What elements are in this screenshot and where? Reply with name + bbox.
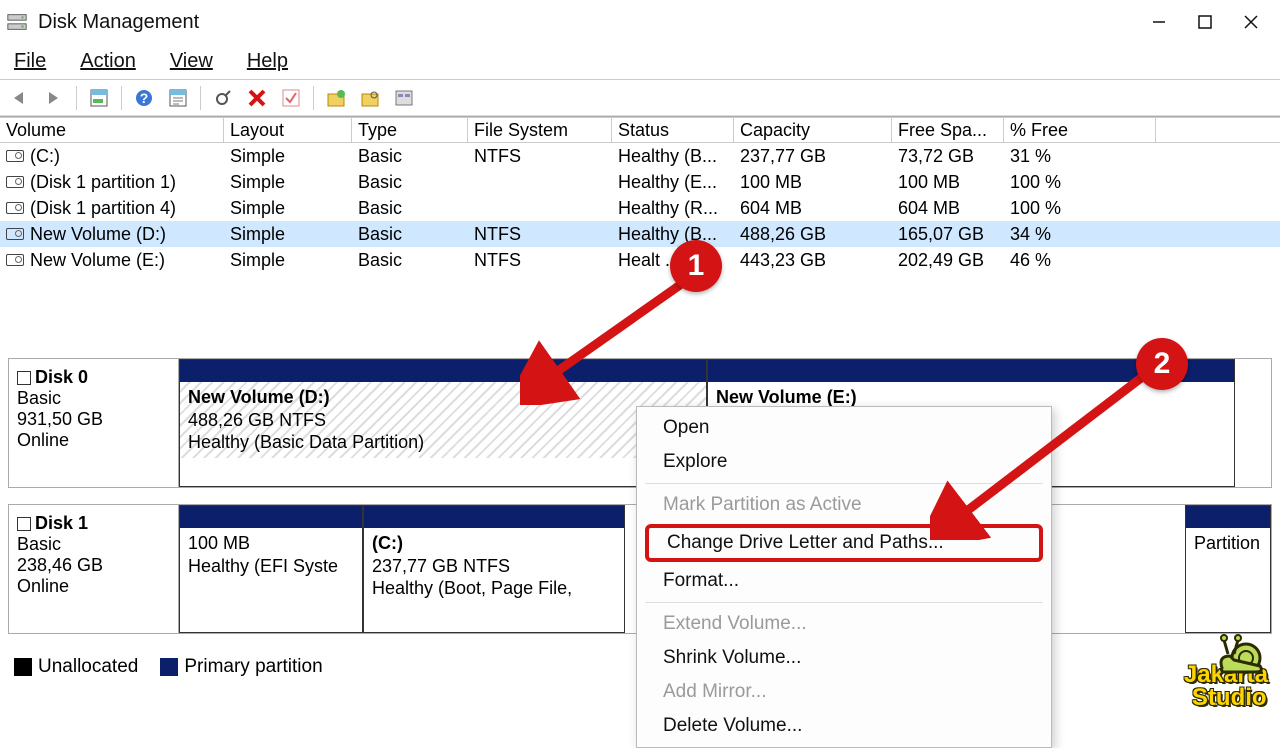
menu-help[interactable]: Help	[243, 48, 292, 75]
minimize-button[interactable]	[1136, 6, 1182, 38]
annotation-badge-1: 1	[670, 240, 722, 292]
col-layout[interactable]: Layout	[224, 117, 352, 143]
menu-file[interactable]: File	[10, 48, 50, 75]
col-pctfree[interactable]: % Free	[1004, 117, 1156, 143]
show-hide-tree-button[interactable]	[85, 84, 113, 112]
svg-text:?: ?	[140, 90, 149, 106]
maximize-button[interactable]	[1182, 6, 1228, 38]
drive-icon	[6, 202, 24, 214]
ctx-extend: Extend Volume...	[637, 607, 1051, 641]
legend-unallocated: Unallocated	[38, 656, 138, 677]
volume-row[interactable]: (Disk 1 partition 1)SimpleBasicHealthy (…	[0, 169, 1280, 195]
ctx-add-mirror: Add Mirror...	[637, 675, 1051, 709]
partition[interactable]: Partition	[1185, 505, 1271, 633]
legend-primary-swatch	[160, 658, 178, 676]
drive-icon	[6, 228, 24, 240]
col-filesystem[interactable]: File System	[468, 117, 612, 143]
menu-view[interactable]: View	[166, 48, 217, 75]
annotation-arrow-2	[930, 370, 1160, 540]
watermark-snail-icon	[1212, 628, 1268, 674]
annotation-arrow-1	[520, 275, 700, 405]
drive-icon	[6, 150, 24, 162]
col-status[interactable]: Status	[612, 117, 734, 143]
volume-row[interactable]: New Volume (E:)SimpleBasicNTFSHealt ..44…	[0, 247, 1280, 273]
volume-row[interactable]: (Disk 1 partition 4)SimpleBasicHealthy (…	[0, 195, 1280, 221]
properties-button[interactable]	[164, 84, 192, 112]
settings-button[interactable]	[390, 84, 418, 112]
menu-action[interactable]: Action	[76, 48, 140, 75]
legend-unallocated-swatch	[14, 658, 32, 676]
col-type[interactable]: Type	[352, 117, 468, 143]
ctx-shrink[interactable]: Shrink Volume...	[637, 641, 1051, 675]
toolbar: ?	[0, 80, 1280, 116]
ctx-delete[interactable]: Delete Volume...	[637, 709, 1051, 743]
col-capacity[interactable]: Capacity	[734, 117, 892, 143]
ctx-format[interactable]: Format...	[637, 564, 1051, 598]
check-button[interactable]	[277, 84, 305, 112]
legend-primary: Primary partition	[184, 656, 322, 677]
volume-row[interactable]: New Volume (D:)SimpleBasicNTFSHealthy (B…	[0, 221, 1280, 247]
drive-icon	[6, 176, 24, 188]
partition[interactable]: 100 MBHealthy (EFI Syste	[179, 505, 363, 633]
legend: Unallocated Primary partition	[14, 656, 323, 678]
volume-list-header[interactable]: Volume Layout Type File System Status Ca…	[0, 117, 1280, 143]
partition[interactable]: (C:)237,77 GB NTFSHealthy (Boot, Page Fi…	[363, 505, 625, 633]
delete-button[interactable]	[243, 84, 271, 112]
annotation-badge-2: 2	[1136, 338, 1188, 390]
drive-icon	[6, 254, 24, 266]
volume-row[interactable]: (C:)SimpleBasicNTFSHealthy (B...237,77 G…	[0, 143, 1280, 169]
close-button[interactable]	[1228, 6, 1274, 38]
col-freespace[interactable]: Free Spa...	[892, 117, 1004, 143]
app-icon	[6, 11, 28, 33]
refresh-button[interactable]	[209, 84, 237, 112]
new-folder-button[interactable]	[322, 84, 350, 112]
back-button[interactable]	[6, 84, 34, 112]
titlebar: Disk Management	[0, 0, 1280, 44]
help-button[interactable]: ?	[130, 84, 158, 112]
col-volume[interactable]: Volume	[0, 117, 224, 143]
menubar: File Action View Help	[0, 44, 1280, 80]
volume-list: Volume Layout Type File System Status Ca…	[0, 116, 1280, 273]
forward-button[interactable]	[40, 84, 68, 112]
search-folder-button[interactable]	[356, 84, 384, 112]
window-title: Disk Management	[38, 11, 1136, 34]
